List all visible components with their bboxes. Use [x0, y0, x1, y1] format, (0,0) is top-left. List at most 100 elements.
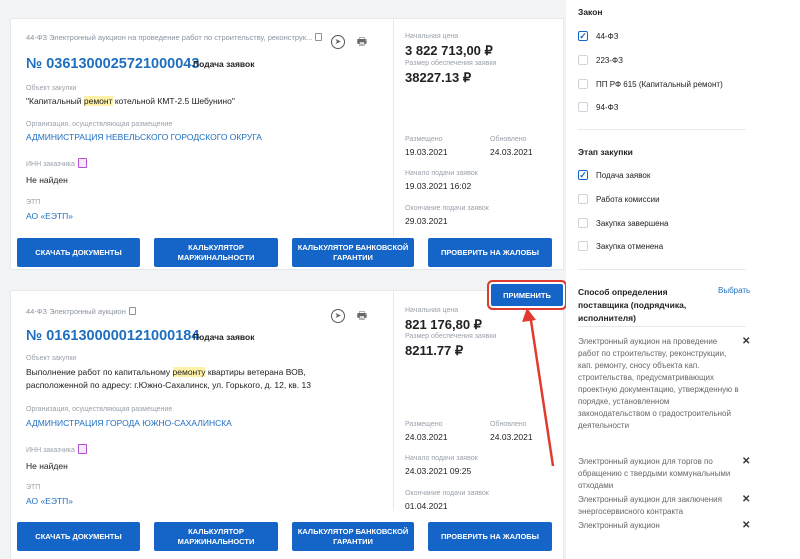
close-icon[interactable]: ✕ — [742, 336, 750, 347]
stage-option-commission[interactable]: Работа комиссии — [578, 194, 660, 204]
law-option-223fz[interactable]: 223-ФЗ — [578, 55, 623, 65]
purchase-number[interactable]: № 0361300025721000043 — [26, 56, 199, 72]
end-label: Окончание подачи заявок — [405, 205, 489, 212]
stage-option-completed[interactable]: Закупка завершена — [578, 218, 668, 228]
download-docs-button[interactable]: СКАЧАТЬ ДОКУМЕНТЫ — [17, 238, 140, 267]
org-link[interactable]: АДМИНИСТРАЦИЯ ГОРОДА ЮЖНО-САХАЛИНСКА — [26, 418, 232, 428]
card-tag: 44-ФЗ Электронный аукцион — [26, 307, 136, 316]
title-line: Способ определения — [578, 287, 668, 297]
stage-option-applications[interactable]: ✓ Подача заявок — [578, 170, 650, 180]
close-icon[interactable]: ✕ — [742, 494, 750, 505]
check-complaints-button[interactable]: ПРОВЕРИТЬ НА ЖАЛОБЫ — [428, 522, 552, 551]
inn-value: Не найден — [26, 461, 68, 471]
checkbox-icon[interactable] — [578, 218, 588, 228]
law-filter-title: Закон — [578, 7, 603, 17]
margin-calc-button[interactable]: КАЛЬКУЛЯТОР МАРЖИНАЛЬНОСТИ — [154, 522, 278, 551]
end-label: Окончание подачи заявок — [405, 490, 489, 497]
checkbox-icon[interactable] — [578, 55, 588, 65]
title-line: поставщика (подрядчика, — [578, 300, 687, 310]
start-label: Начало подачи заявок — [405, 170, 478, 177]
option-label: Подача заявок — [596, 170, 651, 180]
document-icon — [77, 444, 87, 454]
button-line: МАРЖИНАЛЬНОСТИ — [177, 536, 255, 546]
placed-value: 19.03.2021 — [405, 147, 448, 157]
margin-calc-button[interactable]: КАЛЬКУЛЯТОР МАРЖИНАЛЬНОСТИ — [154, 238, 278, 267]
security-label: Размер обеспечения заявки — [405, 60, 497, 67]
card-divider — [393, 19, 394, 237]
option-label: 94-ФЗ — [596, 102, 619, 112]
object-label: Объект закупки — [26, 355, 77, 362]
button-line: КАЛЬКУЛЯТОР БАНКОВСКОЙ — [297, 526, 409, 536]
security-value: 8211.77 ₽ — [405, 343, 464, 358]
org-label: Организация, осуществляющая размещение — [26, 406, 173, 413]
security-value: 38227.13 ₽ — [405, 70, 472, 85]
start-price-label: Начальная цена — [405, 307, 459, 314]
card-divider — [393, 291, 394, 511]
start-value: 24.03.2021 09:25 — [405, 466, 472, 476]
updated-value: 24.03.2021 — [490, 432, 533, 442]
etp-link[interactable]: АО «ЕЭТП» — [26, 496, 73, 506]
law-option-44fz[interactable]: ✓ 44-ФЗ — [578, 31, 618, 41]
inn-label: ИНН заказчика — [26, 444, 87, 454]
printer-icon[interactable]: 🖶 — [355, 309, 369, 323]
check-complaints-button[interactable]: ПРОВЕРИТЬ НА ЖАЛОБЫ — [428, 238, 552, 267]
method-item: Электронный аукцион для заключения энерг… — [578, 495, 722, 516]
close-icon[interactable]: ✕ — [742, 520, 750, 531]
apply-filter-button[interactable]: ПРИМЕНИТЬ — [491, 284, 563, 306]
section-divider — [578, 269, 746, 270]
option-label: Закупка завершена — [596, 218, 669, 228]
button-line: КАЛЬКУЛЯТОР — [188, 242, 244, 252]
org-link[interactable]: АДМИНИСТРАЦИЯ НЕВЕЛЬСКОГО ГОРОДСКОГО ОКР… — [26, 132, 262, 142]
start-price: 821 176,80 ₽ — [405, 317, 482, 332]
close-icon[interactable]: ✕ — [742, 456, 750, 467]
option-label: Работа комиссии — [596, 194, 660, 204]
checkbox-icon[interactable] — [578, 79, 588, 89]
method-item: Электронный аукцион на проведение работ … — [578, 337, 739, 430]
object-text: Выполнение работ по капитальному ремонту… — [26, 367, 311, 390]
method-item: Электронный аукцион — [578, 521, 660, 530]
stage-option-cancelled[interactable]: Закупка отменена — [578, 241, 663, 251]
checkbox-icon[interactable] — [578, 194, 588, 204]
copy-icon[interactable] — [315, 33, 323, 41]
choose-method-link[interactable]: Выбрать — [718, 286, 750, 295]
compass-icon[interactable]: ➤ — [331, 35, 345, 49]
inn-value: Не найден — [26, 175, 68, 185]
checkbox-checked-icon[interactable]: ✓ — [578, 170, 588, 180]
etp-label: ЭТП — [26, 484, 41, 491]
option-label: ПП РФ 615 (Капитальный ремонт) — [596, 79, 723, 89]
copy-icon[interactable] — [128, 307, 136, 315]
button-line: МАРЖИНАЛЬНОСТИ — [177, 252, 255, 262]
purchase-number[interactable]: № 0161300000121000184 — [26, 328, 199, 344]
end-value: 29.03.2021 — [405, 216, 448, 226]
law-option-pp615[interactable]: ПП РФ 615 (Капитальный ремонт) — [578, 79, 723, 89]
method-item: Электронный аукцион для торгов по обраще… — [578, 457, 731, 490]
section-divider — [578, 129, 746, 130]
button-line: КАЛЬКУЛЯТОР — [188, 526, 244, 536]
status-badge: Подача заявок — [193, 332, 255, 342]
object-text: "Капитальный ремонт котельной КМТ-2.5 Ше… — [26, 96, 235, 106]
updated-label: Обновлено — [490, 421, 527, 428]
inn-label: ИНН заказчика — [26, 158, 87, 168]
checkbox-icon[interactable] — [578, 241, 588, 251]
etp-label: ЭТП — [26, 199, 41, 206]
org-label: Организация, осуществляющая размещение — [26, 121, 173, 128]
checkbox-checked-icon[interactable]: ✓ — [578, 31, 588, 41]
compass-icon[interactable]: ➤ — [331, 309, 345, 323]
security-label: Размер обеспечения заявки — [405, 333, 497, 340]
law-option-94fz[interactable]: 94-ФЗ — [578, 102, 618, 112]
etp-link[interactable]: АО «ЕЭТП» — [26, 211, 73, 221]
bank-guarantee-calc-button[interactable]: КАЛЬКУЛЯТОР БАНКОВСКОЙ ГАРАНТИИ — [292, 238, 414, 267]
checkbox-icon[interactable] — [578, 102, 588, 112]
option-label: Закупка отменена — [596, 241, 664, 251]
section-divider — [578, 326, 746, 327]
button-line: КАЛЬКУЛЯТОР БАНКОВСКОЙ — [297, 242, 409, 252]
start-price-label: Начальная цена — [405, 33, 459, 40]
option-label: 44-ФЗ — [596, 31, 619, 41]
document-icon — [77, 158, 87, 168]
bank-guarantee-calc-button[interactable]: КАЛЬКУЛЯТОР БАНКОВСКОЙ ГАРАНТИИ — [292, 522, 414, 551]
placed-label: Размещено — [405, 421, 443, 428]
purchase-card: 44-ФЗ Электронный аукцион на проведение … — [10, 18, 564, 270]
card-tag: 44-ФЗ Электронный аукцион на проведение … — [26, 33, 323, 42]
printer-icon[interactable]: 🖶 — [355, 35, 369, 49]
download-docs-button[interactable]: СКАЧАТЬ ДОКУМЕНТЫ — [17, 522, 140, 551]
